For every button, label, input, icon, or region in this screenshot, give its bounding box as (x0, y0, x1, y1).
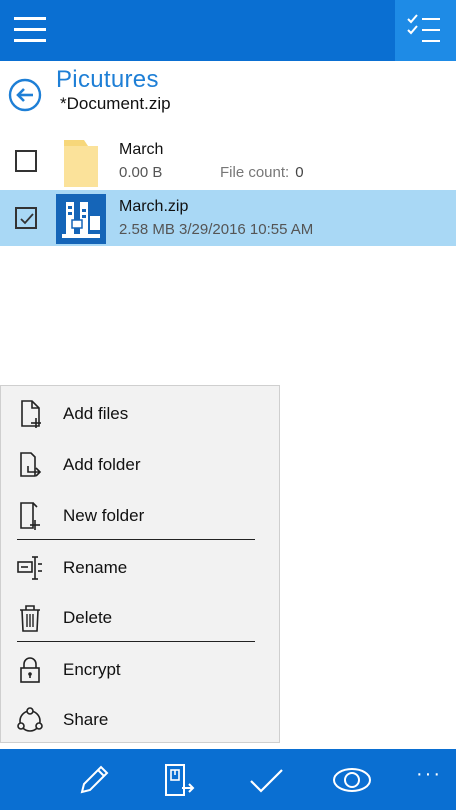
confirm-button[interactable] (248, 762, 284, 798)
menu-label: Delete (63, 608, 113, 627)
new-folder-icon (20, 502, 40, 530)
extract-button[interactable] (160, 762, 196, 798)
extract-zip-icon (165, 764, 195, 796)
checkmark-icon (20, 213, 34, 225)
menu-divider (17, 539, 255, 540)
menu-item-add-files[interactable]: Add files (1, 390, 279, 436)
file-row-march-zip[interactable]: March.zip 2.58 MB 3/29/2016 10:55 AM (0, 190, 456, 246)
menu-label: Add folder (63, 455, 141, 474)
lock-icon (20, 657, 40, 683)
pencil-icon (80, 765, 109, 794)
file-count-label: File count: (220, 164, 290, 181)
menu-item-share[interactable]: Share (1, 696, 279, 742)
file-name: March (119, 141, 164, 158)
more-options-button[interactable]: ··· (416, 763, 442, 786)
multi-select-list-icon (407, 14, 440, 42)
row-checkbox[interactable] (15, 150, 37, 172)
menu-item-add-folder[interactable]: Add folder (1, 441, 279, 487)
menu-label: Share (63, 710, 109, 729)
bottom-app-bar: ··· (0, 749, 456, 810)
menu-label: Encrypt (63, 660, 121, 679)
back-button[interactable] (8, 78, 42, 112)
menu-label: Add files (63, 404, 129, 423)
add-file-icon (21, 400, 41, 428)
menu-item-new-folder[interactable]: New folder (1, 492, 279, 538)
share-icon (17, 707, 43, 732)
preview-button[interactable] (332, 762, 372, 798)
file-name: March.zip (119, 198, 189, 215)
breadcrumb: Picutures *Document.zip (8, 66, 448, 116)
row-checkbox-checked[interactable] (15, 207, 37, 229)
file-count-value: 0 (295, 164, 304, 181)
hamburger-menu-icon[interactable] (14, 17, 46, 43)
multi-select-button[interactable] (395, 0, 456, 61)
edit-button[interactable] (76, 762, 112, 798)
eye-icon (333, 768, 371, 792)
file-size: 0.00 B (119, 164, 163, 181)
menu-divider (17, 641, 255, 642)
zip-archive-icon (56, 194, 106, 244)
rename-icon (17, 556, 42, 580)
file-count: File count: 0 (220, 164, 304, 181)
menu-label: Rename (63, 558, 128, 577)
menu-item-encrypt[interactable]: Encrypt (1, 646, 279, 692)
context-menu: Add files Add folder New folder Rename D… (0, 385, 280, 743)
archive-name: *Document.zip (60, 94, 171, 113)
folder-icon (64, 140, 98, 187)
file-info: 2.58 MB 3/29/2016 10:55 AM (119, 221, 314, 238)
checkmark-icon (250, 769, 283, 793)
file-row-march-folder[interactable]: March 0.00 B File count: 0 (0, 133, 456, 189)
top-app-bar (0, 0, 456, 61)
menu-item-delete[interactable]: Delete (1, 594, 279, 640)
trash-icon (20, 605, 40, 632)
add-folder-icon (20, 452, 42, 477)
menu-item-rename[interactable]: Rename (1, 544, 279, 590)
back-arrow-icon (8, 78, 42, 112)
menu-label: New folder (63, 506, 145, 525)
folder-title[interactable]: Picutures (56, 66, 159, 94)
